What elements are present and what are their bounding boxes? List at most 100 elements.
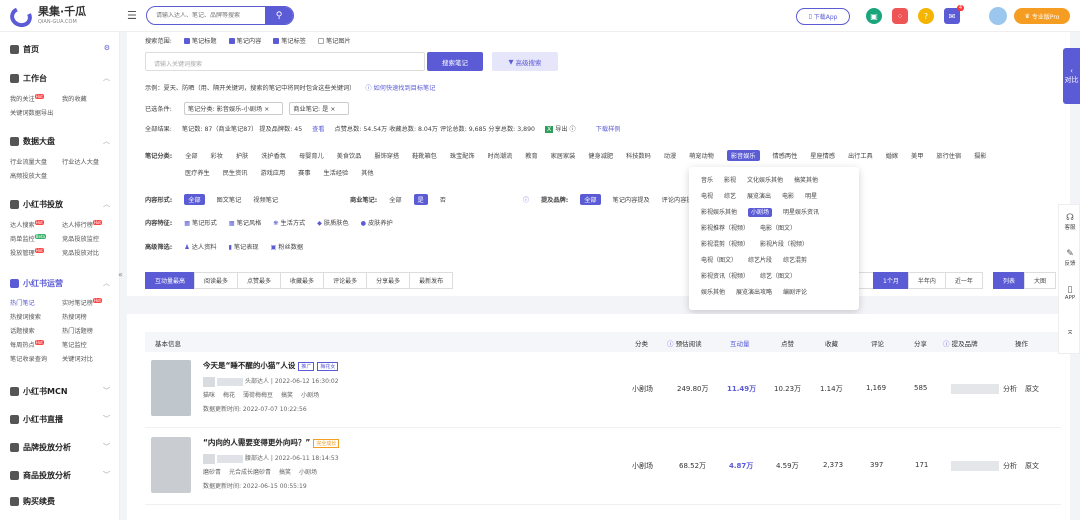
cat-option[interactable]: 母婴育儿 xyxy=(299,151,324,160)
sort-tab[interactable]: 阅读最多 xyxy=(194,272,239,289)
dropdown-option[interactable]: 综艺片段 xyxy=(748,257,772,264)
sort-tab[interactable]: 评论最多 xyxy=(323,272,368,289)
menu-toggle-icon[interactable]: ☰ xyxy=(127,9,137,22)
dropdown-option[interactable]: 综艺 xyxy=(724,193,736,200)
sidebar-item-competitor-compare[interactable]: 竞品投放对比 xyxy=(62,248,99,257)
dropdown-option[interactable]: 搞笑其他 xyxy=(794,177,818,184)
sidebar-item-realtime-rank[interactable]: 实时笔记榜Hot xyxy=(62,298,102,307)
app-button[interactable]: ▯ APP xyxy=(1059,285,1080,301)
cat-option[interactable]: 星座情感 xyxy=(810,151,835,160)
help-icon[interactable]: ? xyxy=(918,8,934,24)
chevron-down-icon[interactable]: ﹀ xyxy=(103,414,110,424)
selected-tag-business[interactable]: 商业笔记: 是 × xyxy=(289,102,350,115)
chevron-up-icon[interactable]: ︿ xyxy=(103,136,110,146)
sidebar-item-topic-rank[interactable]: 热门话题榜 xyxy=(62,326,93,335)
search-notes-button[interactable]: 搜索笔记 xyxy=(427,52,483,71)
dropdown-option-selected[interactable]: 小剧场 xyxy=(748,208,773,217)
feature-skin-tone[interactable]: ◆ 肤质肤色 xyxy=(317,220,348,227)
close-icon[interactable]: × xyxy=(264,106,269,113)
customer-service-button[interactable]: ☊ 客服 xyxy=(1059,213,1080,231)
feature-skin-care[interactable]: ● 皮肤养护 xyxy=(361,220,393,227)
back-to-top-button[interactable]: ⌅ xyxy=(1059,327,1080,337)
sidebar-item-hotword-search[interactable]: 热搜词搜索 xyxy=(10,312,41,321)
biz-option-all[interactable]: 全部 xyxy=(389,197,401,204)
brand-option-all[interactable]: 全部 xyxy=(580,194,601,205)
dropdown-option[interactable]: 影视娱乐其他 xyxy=(701,209,737,216)
feedback-button[interactable]: ✎ 反馈 xyxy=(1059,249,1080,267)
cat-option[interactable]: 赛事 xyxy=(298,168,310,177)
cat-option-selected[interactable]: 影音娱乐 xyxy=(726,150,760,161)
dropdown-option[interactable]: 展览演出 xyxy=(747,193,771,200)
sidebar-item-follow[interactable]: 我的关注Hot xyxy=(10,94,44,103)
table-row[interactable]: 今天是“睡不醒的小猫”人设 推广 梅花女 头部达人 | 2022-06-12 16:… xyxy=(145,354,1061,428)
analyze-link[interactable]: 分析 xyxy=(1003,461,1017,471)
cat-option[interactable]: 鞋靴箱包 xyxy=(412,151,437,160)
dropdown-option[interactable]: 影视混剪（视频） xyxy=(701,241,749,248)
dropdown-option[interactable]: 电视 xyxy=(701,193,713,200)
cat-option[interactable]: 婚嫁 xyxy=(886,151,898,160)
note-title[interactable]: 今天是“睡不醒的小猫”人设 推广 梅花女 xyxy=(203,360,339,371)
scope-image-checkbox[interactable]: 笔记图片 xyxy=(317,38,351,45)
time-tab-year[interactable]: 近一年 xyxy=(944,272,983,289)
col-reads[interactable]: ⓘ 预估阅读 xyxy=(667,338,702,348)
cat-option[interactable]: 其他 xyxy=(361,168,373,177)
sidebar-item-ads-manage[interactable]: 投放管理Hot xyxy=(10,248,44,257)
export-button[interactable]: X 导出 ⓘ xyxy=(544,126,586,133)
feature-lifestyle[interactable]: ❋ 生活方式 xyxy=(273,220,305,227)
cat-option[interactable]: 教育 xyxy=(525,151,537,160)
apps-icon[interactable]: ⁘ xyxy=(892,8,908,24)
cat-option[interactable]: 时尚潮流 xyxy=(488,151,513,160)
form-option-image[interactable]: 图文笔记 xyxy=(217,197,242,204)
sidebar-item-hotword-rank[interactable]: 热搜词榜 xyxy=(62,312,87,321)
settings-icon[interactable]: ⚙ xyxy=(104,44,110,52)
cat-option[interactable]: 游戏应用 xyxy=(260,168,285,177)
cat-option[interactable]: 科技数码 xyxy=(626,151,651,160)
col-shares[interactable]: 分享 xyxy=(914,338,927,348)
dropdown-option[interactable]: 影视推荐（视频） xyxy=(701,225,749,232)
chevron-up-icon[interactable]: ︿ xyxy=(103,278,110,288)
form-option-video[interactable]: 视频笔记 xyxy=(253,197,278,204)
dropdown-option[interactable]: 文化娱乐其他 xyxy=(747,177,783,184)
cat-option[interactable]: 萌宠动物 xyxy=(689,151,714,160)
chevron-up-icon[interactable]: ︿ xyxy=(103,73,110,83)
dropdown-option[interactable]: 展览演出攻略 xyxy=(736,289,772,296)
sidebar-item-high-freq[interactable]: 高频投放大盘 xyxy=(10,171,47,180)
sidebar-product-ads[interactable]: 商品投放分析 xyxy=(10,470,71,481)
brand-option-content[interactable]: 笔记内容提及 xyxy=(613,197,650,204)
chevron-up-icon[interactable]: ︿ xyxy=(103,199,110,209)
sidebar-dashboard[interactable]: 数据大盘 xyxy=(10,136,55,147)
sidebar-item-competitor-monitor[interactable]: 竞品投放监控 xyxy=(62,234,99,243)
sort-tab[interactable]: 点赞最多 xyxy=(237,272,282,289)
cat-option[interactable]: 珠宝配饰 xyxy=(450,151,475,160)
sidebar-home[interactable]: 首页 xyxy=(10,44,39,55)
col-interact[interactable]: 互动量 xyxy=(730,338,750,348)
sort-tab[interactable]: 收藏最多 xyxy=(280,272,325,289)
feature-note-style[interactable]: ▦ 笔记风格 xyxy=(229,220,262,227)
dropdown-option[interactable]: 影视 xyxy=(724,177,736,184)
table-row[interactable]: “内向的人需要变得更外向吗？” 完全成长 腰部达人 | 2022-06-11 18… xyxy=(145,431,1061,505)
sort-tab[interactable]: 最新发布 xyxy=(409,272,454,289)
dropdown-option[interactable]: 电影 xyxy=(782,193,794,200)
advanced-search-button[interactable]: ▼ 高级搜索 xyxy=(492,52,558,71)
form-option-all[interactable]: 全部 xyxy=(184,194,205,205)
logo[interactable]: 果集·千瓜 QIAN-GUA.COM xyxy=(7,3,86,31)
biz-option-no[interactable]: 否 xyxy=(440,197,446,204)
sort-tab[interactable]: 分享最多 xyxy=(366,272,411,289)
chevron-down-icon[interactable]: ﹀ xyxy=(103,386,110,396)
dropdown-option[interactable]: 明星娱乐资讯 xyxy=(783,209,819,216)
sidebar-item-kw-compare[interactable]: 关键词对比 xyxy=(62,354,93,363)
cat-option[interactable]: 健身减肥 xyxy=(588,151,613,160)
original-link[interactable]: 原文 xyxy=(1025,461,1039,471)
col-favorites[interactable]: 收藏 xyxy=(825,338,838,348)
download-app-button[interactable]: ▯ 下载App xyxy=(796,8,850,25)
sidebar-mcn[interactable]: 小红书MCN xyxy=(10,386,68,397)
note-thumbnail[interactable] xyxy=(151,360,191,416)
sidebar-collapse-icon[interactable]: « xyxy=(118,270,123,279)
dropdown-option[interactable]: 音乐 xyxy=(701,177,713,184)
dropdown-option[interactable]: 娱乐其他 xyxy=(701,289,725,296)
sidebar-item-note-index[interactable]: 笔记收录查询 xyxy=(10,354,47,363)
dropdown-option[interactable]: 编剧评论 xyxy=(783,289,807,296)
scope-title-checkbox[interactable]: 笔记标题 xyxy=(183,38,217,45)
keyword-input[interactable]: 请输入关键词搜索 xyxy=(145,52,425,71)
cat-option[interactable]: 出行工具 xyxy=(848,151,873,160)
